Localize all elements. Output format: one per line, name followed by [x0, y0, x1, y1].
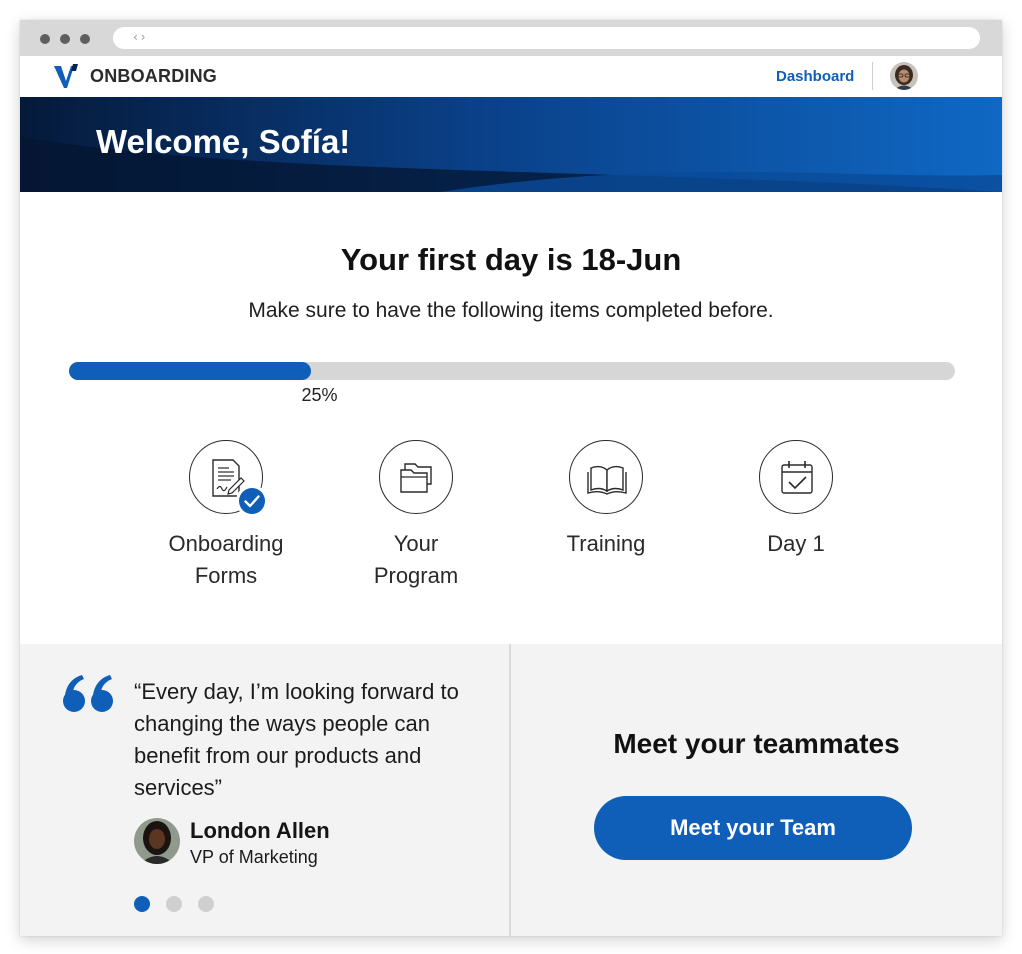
- step-icon-circle: [379, 440, 453, 514]
- testimonial-name: London Allen: [190, 818, 330, 843]
- step-your-program[interactable]: Your Program: [336, 440, 496, 592]
- checklist-instruction: Make sure to have the following items co…: [248, 299, 774, 322]
- onboarding-steps: Onboarding Forms Your Program Training D…: [20, 440, 1002, 600]
- step-icon-circle: [759, 440, 833, 514]
- window-control-dot[interactable]: [40, 34, 50, 44]
- progress-fill: [69, 362, 311, 380]
- step-icon-circle: [569, 440, 643, 514]
- header-divider: [872, 62, 873, 90]
- open-book-icon: [587, 465, 627, 495]
- user-avatar[interactable]: [890, 62, 918, 90]
- code-brackets-icon: ‹›: [133, 30, 149, 44]
- window-control-dot[interactable]: [80, 34, 90, 44]
- carousel-dot[interactable]: [198, 896, 214, 912]
- app-title: ONBOARDING: [90, 66, 217, 86]
- step-label: Your Program: [373, 531, 459, 588]
- address-bar[interactable]: ‹›: [113, 27, 980, 49]
- step-icon-circle: [189, 440, 268, 517]
- nav-dashboard-link[interactable]: Dashboard: [776, 68, 854, 85]
- carousel-dot[interactable]: [166, 896, 182, 912]
- quote-mark-icon: [63, 675, 113, 712]
- panel-divider: [509, 644, 511, 936]
- step-label: Day 1: [767, 531, 825, 556]
- step-day-1[interactable]: Day 1: [716, 440, 876, 560]
- welcome-banner: Welcome, Sofía!: [20, 97, 1002, 192]
- progress-percent-label: 25%: [301, 385, 338, 405]
- step-label: Training: [566, 531, 646, 556]
- carousel-dot[interactable]: [134, 896, 150, 912]
- step-training[interactable]: Training: [526, 440, 686, 560]
- brand-logo-icon[interactable]: [52, 64, 80, 90]
- progress-bar: [69, 362, 955, 380]
- bottom-panels: “Every day, I’m looking forward to chang…: [20, 644, 1002, 936]
- step-onboarding-forms[interactable]: Onboarding Forms: [146, 440, 306, 592]
- testimonial-quote: “Every day, I’m looking forward to chang…: [134, 679, 459, 800]
- step-label: Onboarding Forms: [168, 531, 284, 588]
- browser-chrome: ‹›: [20, 20, 1002, 56]
- window-control-dot[interactable]: [60, 34, 70, 44]
- meet-team-button[interactable]: Meet your Team: [594, 796, 912, 860]
- welcome-title: Welcome, Sofía!: [96, 123, 351, 160]
- first-day-heading: Your first day is 18-Jun: [340, 242, 682, 277]
- calendar-check-icon: [781, 461, 813, 494]
- app-header: ONBOARDING Dashboard: [20, 56, 1002, 97]
- completed-check-icon: [236, 485, 268, 517]
- teammates-heading: Meet your teammates: [613, 728, 900, 759]
- folders-icon: [400, 463, 432, 493]
- browser-window: ‹› ONBOARDING Dashboard Welcome, Sofía! …: [20, 20, 1002, 936]
- testimonial-avatar: [134, 818, 180, 864]
- testimonial-role: VP of Marketing: [190, 847, 318, 867]
